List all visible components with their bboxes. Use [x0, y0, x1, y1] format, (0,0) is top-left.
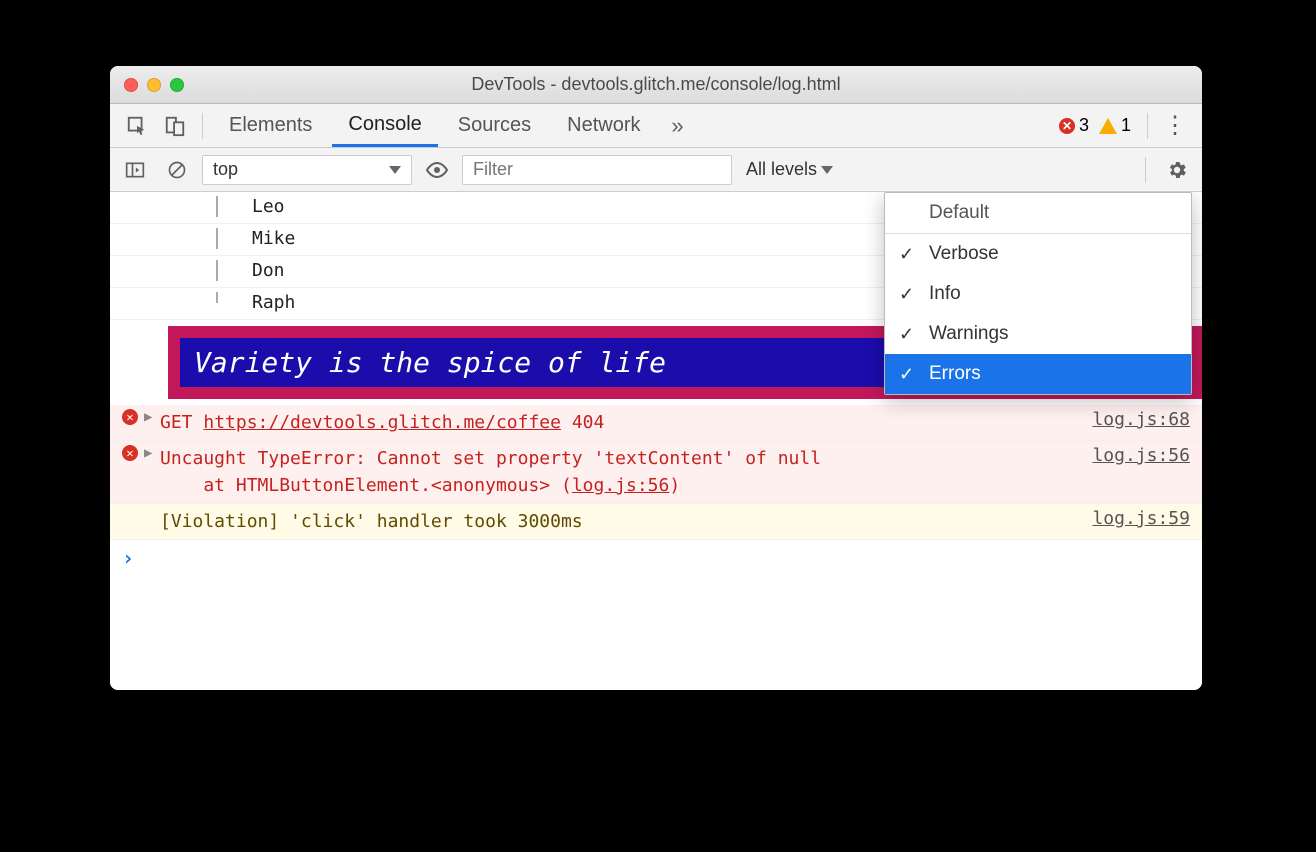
- chevron-down-icon: [389, 166, 401, 174]
- tab-console[interactable]: Console: [332, 104, 437, 147]
- divider: [1147, 113, 1148, 139]
- check-icon: ✓: [899, 284, 914, 305]
- error-message: GET https://devtools.glitch.me/coffee 40…: [160, 409, 1076, 436]
- levels-item-verbose[interactable]: ✓Verbose: [885, 234, 1191, 274]
- warning-count: 1: [1121, 115, 1131, 136]
- maximize-icon[interactable]: [170, 78, 184, 92]
- expand-icon[interactable]: ▶: [144, 445, 160, 461]
- minimize-icon[interactable]: [147, 78, 161, 92]
- window-title: DevTools - devtools.glitch.me/console/lo…: [110, 74, 1202, 95]
- chevron-down-icon: [821, 166, 833, 174]
- kebab-menu-icon[interactable]: ⋮: [1158, 109, 1192, 143]
- warning-icon: [1099, 118, 1117, 134]
- levels-item-warnings[interactable]: ✓Warnings: [885, 314, 1191, 354]
- filter-input[interactable]: [462, 155, 732, 185]
- expand-icon[interactable]: ▶: [144, 409, 160, 425]
- divider: [1145, 157, 1146, 183]
- stack-link[interactable]: log.js:56: [572, 475, 670, 496]
- tab-elements[interactable]: Elements: [213, 104, 328, 147]
- console-error-row[interactable]: ✕ ▶ Uncaught TypeError: Cannot set prope…: [110, 441, 1202, 504]
- check-icon: ✓: [899, 244, 914, 265]
- tab-network[interactable]: Network: [551, 104, 656, 147]
- source-location-link[interactable]: log.js:56: [1076, 445, 1190, 466]
- close-icon[interactable]: [124, 78, 138, 92]
- levels-dropdown-menu: Default ✓Verbose ✓Info ✓Warnings ✓Errors: [884, 192, 1192, 395]
- log-levels-dropdown[interactable]: All levels: [740, 159, 839, 180]
- error-icon: ✕: [1059, 118, 1075, 134]
- main-toolbar: Elements Console Sources Network » ✕ 3 1…: [110, 104, 1202, 148]
- console-filter-bar: top All levels: [110, 148, 1202, 192]
- levels-item-info[interactable]: ✓Info: [885, 274, 1191, 314]
- device-toolbar-icon[interactable]: [158, 109, 192, 143]
- context-label: top: [213, 159, 238, 180]
- console-error-row[interactable]: ✕ ▶ GET https://devtools.glitch.me/coffe…: [110, 405, 1202, 441]
- warning-count-badge[interactable]: 1: [1099, 115, 1131, 136]
- error-message: Uncaught TypeError: Cannot set property …: [160, 445, 1076, 499]
- error-count: 3: [1079, 115, 1089, 136]
- console-violation-row[interactable]: [Violation] 'click' handler took 3000ms …: [110, 504, 1202, 540]
- error-icon: ✕: [122, 409, 144, 425]
- traffic-lights: [110, 78, 184, 92]
- console-sidebar-toggle-icon[interactable]: [118, 153, 152, 187]
- error-icon: ✕: [122, 445, 144, 461]
- console-settings-icon[interactable]: [1160, 153, 1194, 187]
- tab-sources[interactable]: Sources: [442, 104, 547, 147]
- error-count-badge[interactable]: ✕ 3: [1059, 115, 1089, 136]
- levels-item-errors[interactable]: ✓Errors: [885, 354, 1191, 394]
- source-location-link[interactable]: log.js:59: [1076, 508, 1190, 529]
- console-output: Leo Mike Don Raph Variety is the spice o…: [110, 192, 1202, 690]
- devtools-window: DevTools - devtools.glitch.me/console/lo…: [110, 66, 1202, 690]
- check-icon: ✓: [899, 364, 914, 385]
- prompt-chevron-icon: ›: [122, 546, 134, 570]
- divider: [202, 113, 203, 139]
- clear-console-icon[interactable]: [160, 153, 194, 187]
- levels-label: All levels: [746, 159, 817, 180]
- check-icon: ✓: [899, 324, 914, 345]
- error-url-link[interactable]: https://devtools.glitch.me/coffee: [203, 412, 561, 433]
- titlebar: DevTools - devtools.glitch.me/console/lo…: [110, 66, 1202, 104]
- more-tabs-icon[interactable]: »: [661, 109, 695, 143]
- inspect-element-icon[interactable]: [120, 109, 154, 143]
- live-expression-icon[interactable]: [420, 153, 454, 187]
- console-prompt[interactable]: ›: [110, 540, 1202, 576]
- levels-item-default[interactable]: Default: [885, 193, 1191, 233]
- violation-message: [Violation] 'click' handler took 3000ms: [160, 508, 1076, 535]
- context-selector[interactable]: top: [202, 155, 412, 185]
- source-location-link[interactable]: log.js:68: [1076, 409, 1190, 430]
